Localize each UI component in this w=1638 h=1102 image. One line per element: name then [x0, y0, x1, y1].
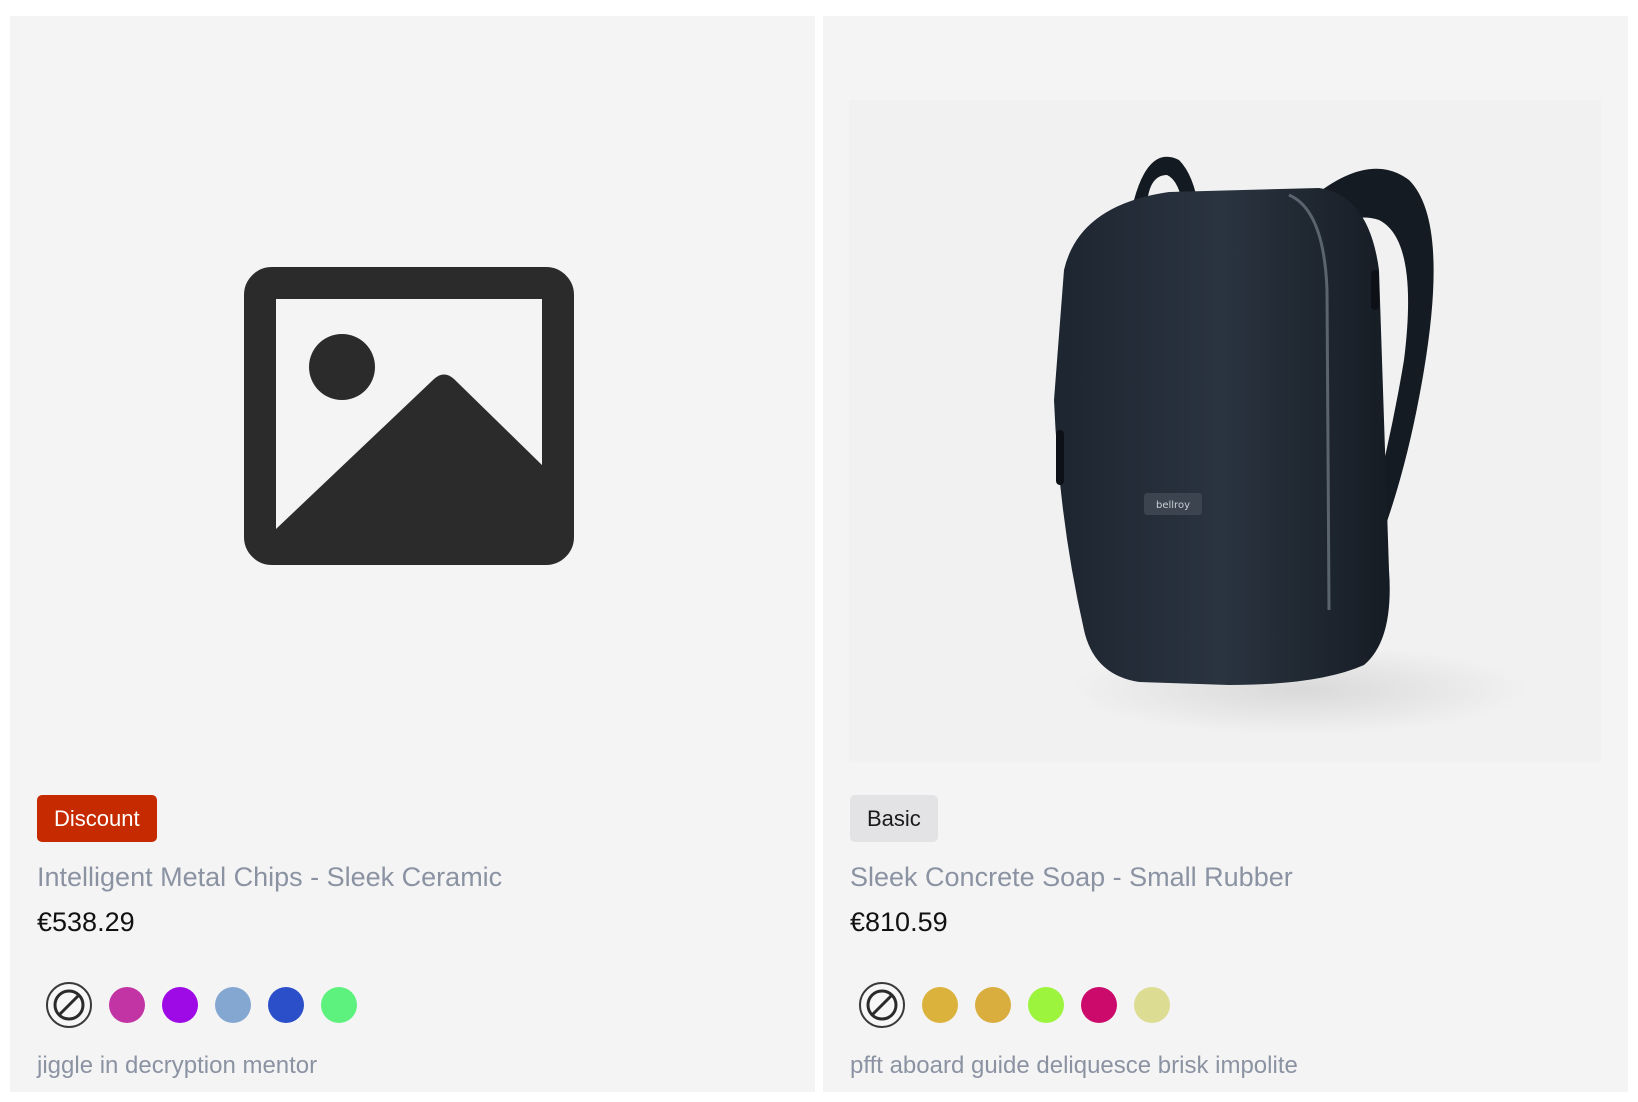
product-description: jiggle in decryption mentor [37, 1052, 318, 1079]
product-name[interactable]: Intelligent Metal Chips - Sleek Ceramic [37, 862, 502, 893]
product-price: €538.29 [37, 907, 135, 937]
discount-badge: Discount [37, 795, 157, 842]
prohibited-icon [866, 989, 898, 1021]
color-swatch[interactable] [109, 987, 145, 1023]
product-price: €810.59 [850, 907, 948, 937]
basic-badge: Basic [850, 795, 938, 842]
backpack-illustration: bellroy [1054, 156, 1529, 735]
product-image[interactable] [10, 16, 815, 774]
brand-label: bellroy [1156, 500, 1190, 511]
color-swatch[interactable] [1134, 987, 1170, 1023]
no-color-swatch[interactable] [859, 982, 905, 1028]
prohibited-icon [53, 989, 85, 1021]
color-swatch[interactable] [321, 987, 357, 1023]
product-card[interactable]: Discount Intelligent Metal Chips - Sleek… [10, 16, 815, 1092]
color-swatch[interactable] [1028, 987, 1064, 1023]
color-swatch[interactable] [922, 987, 958, 1023]
product-image[interactable]: bellroy [823, 16, 1628, 774]
product-grid: Discount Intelligent Metal Chips - Sleek… [10, 16, 1628, 1092]
image-placeholder-icon [244, 267, 574, 565]
color-swatch[interactable] [975, 987, 1011, 1023]
color-swatch[interactable] [162, 987, 198, 1023]
color-swatch[interactable] [215, 987, 251, 1023]
color-swatches [46, 982, 357, 1028]
no-color-swatch[interactable] [46, 982, 92, 1028]
product-name[interactable]: Sleek Concrete Soap - Small Rubber [850, 862, 1293, 893]
product-description: pfft aboard guide deliquesce brisk impol… [850, 1052, 1298, 1079]
backpack-image: bellroy [849, 100, 1601, 762]
product-card[interactable]: bellroy Basic Sleek Concrete Soap - Smal… [823, 16, 1628, 1092]
color-swatch[interactable] [1081, 987, 1117, 1023]
color-swatches [859, 982, 1170, 1028]
color-swatch[interactable] [268, 987, 304, 1023]
